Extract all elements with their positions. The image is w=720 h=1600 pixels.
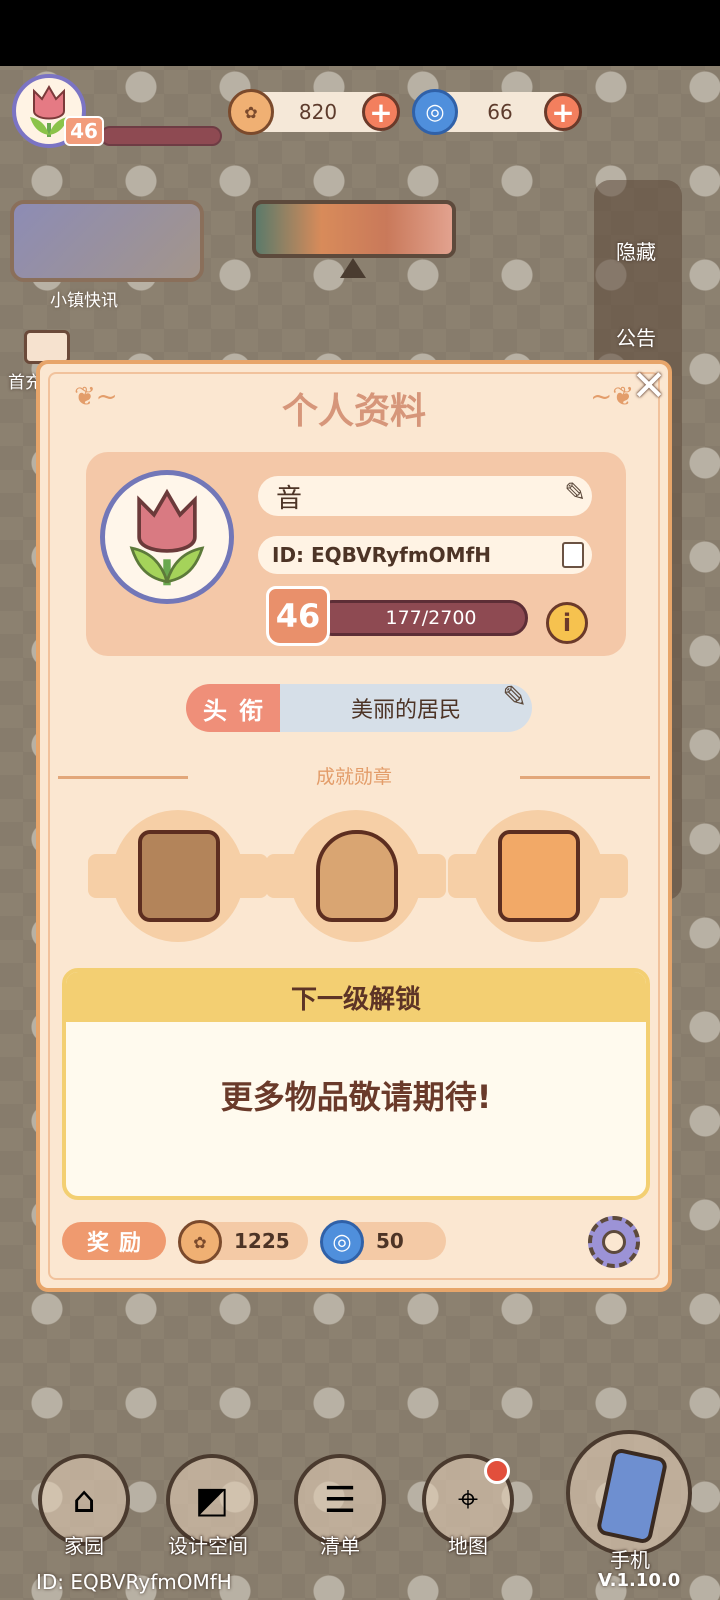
nav-phone-button[interactable] <box>566 1430 692 1556</box>
reward-row: 奖励 1225 ✿ 50 ◎ <box>62 1216 650 1268</box>
mail-icon[interactable] <box>24 330 70 364</box>
nav-phone-label: 手机 <box>610 1548 650 1572</box>
add-gems-button[interactable]: + <box>544 93 582 131</box>
add-coins-button[interactable]: + <box>362 93 400 131</box>
notification-dot <box>484 1458 510 1484</box>
town-news-thumbnail[interactable] <box>10 200 204 282</box>
medal-stamp[interactable] <box>88 810 268 942</box>
player-level-badge: 46 <box>64 116 104 146</box>
phone-icon <box>595 1447 669 1545</box>
stamp-medal-icon <box>138 830 220 922</box>
nav-design-label: 设计空间 <box>168 1534 248 1558</box>
house-icon: ⌂ <box>72 1479 96 1521</box>
title-value: 美丽的居民 <box>280 684 532 732</box>
player-xp-bar <box>100 126 222 146</box>
money-bag-medal-icon <box>316 830 398 922</box>
profile-dialog: ❦~ ~❦ 个人资料 音 ✎ ID: EQBVRyfmOMfH 177/2700… <box>36 360 672 1292</box>
edit-name-icon[interactable]: ✎ <box>564 478 586 508</box>
nav-list-label: 清单 <box>320 1534 360 1558</box>
player-id: ID: EQBVRyfmOMfH <box>272 543 492 567</box>
reward-coins-amount: 1225 <box>234 1229 290 1253</box>
id-field: ID: EQBVRyfmOMfH <box>258 536 592 574</box>
copy-icon[interactable] <box>562 542 584 568</box>
gem-icon: ◎ <box>412 89 458 135</box>
checklist-icon: ☰ <box>323 1479 357 1521</box>
profile-avatar[interactable] <box>100 470 234 604</box>
nav-home-label: 家园 <box>64 1534 104 1558</box>
profile-card: 音 ✎ ID: EQBVRyfmOMfH 177/2700 46 i <box>86 452 626 656</box>
title-tag: 头衔 <box>186 684 280 732</box>
tulip-icon <box>129 488 205 586</box>
hide-button[interactable]: 隐藏 <box>616 236 656 265</box>
next-unlock-panel: 下一级解锁 更多物品敬请期待! <box>62 968 650 1200</box>
ruler-icon: ◩ <box>194 1479 229 1521</box>
level-badge: 46 <box>266 586 330 646</box>
announcement-button[interactable]: 公告 <box>616 322 656 351</box>
player-title-row: 头衔 美丽的居民 ✎ <box>186 680 532 732</box>
info-icon[interactable]: i <box>546 602 588 644</box>
edit-title-icon[interactable]: ✎ <box>502 680 527 715</box>
map-pin-icon: ⌖ <box>457 1479 479 1520</box>
reward-gems-amount: 50 <box>376 1229 404 1253</box>
gem-amount: 66 <box>487 100 513 124</box>
next-unlock-message: 更多物品敬请期待! <box>220 1078 492 1116</box>
dialog-title: 个人资料 <box>281 391 426 432</box>
weather-banner[interactable] <box>252 200 456 258</box>
achievements-divider: 成就勋章 <box>58 762 650 792</box>
status-bar <box>0 0 720 66</box>
outfit-medal-icon <box>498 830 580 922</box>
medal-outfit[interactable] <box>448 810 628 942</box>
close-icon[interactable]: ✕ <box>628 361 670 410</box>
coin-icon: ✿ <box>178 1220 222 1264</box>
nav-map-label: 地图 <box>448 1534 488 1558</box>
name-field[interactable]: 音 ✎ <box>258 476 592 516</box>
expand-arrow-icon[interactable] <box>340 258 366 278</box>
reward-label: 奖励 <box>62 1222 166 1260</box>
coin-icon: ✿ <box>228 89 274 135</box>
xp-text: 177/2700 <box>385 607 477 629</box>
xp-bar: 177/2700 <box>314 600 528 636</box>
town-news-label: 小镇快讯 <box>50 291 118 311</box>
player-name: 音 <box>276 483 303 514</box>
gem-icon: ◎ <box>320 1220 364 1264</box>
coin-amount: 820 <box>298 100 338 124</box>
achievements-label: 成就勋章 <box>315 766 392 788</box>
medal-money-bag[interactable] <box>266 810 446 942</box>
footer-player-id: ID: EQBVRyfmOMfH <box>36 1570 232 1594</box>
next-unlock-heading: 下一级解锁 <box>66 972 646 1022</box>
version-label: V.1.10.0 <box>598 1570 681 1591</box>
settings-gear-icon[interactable] <box>588 1216 640 1268</box>
